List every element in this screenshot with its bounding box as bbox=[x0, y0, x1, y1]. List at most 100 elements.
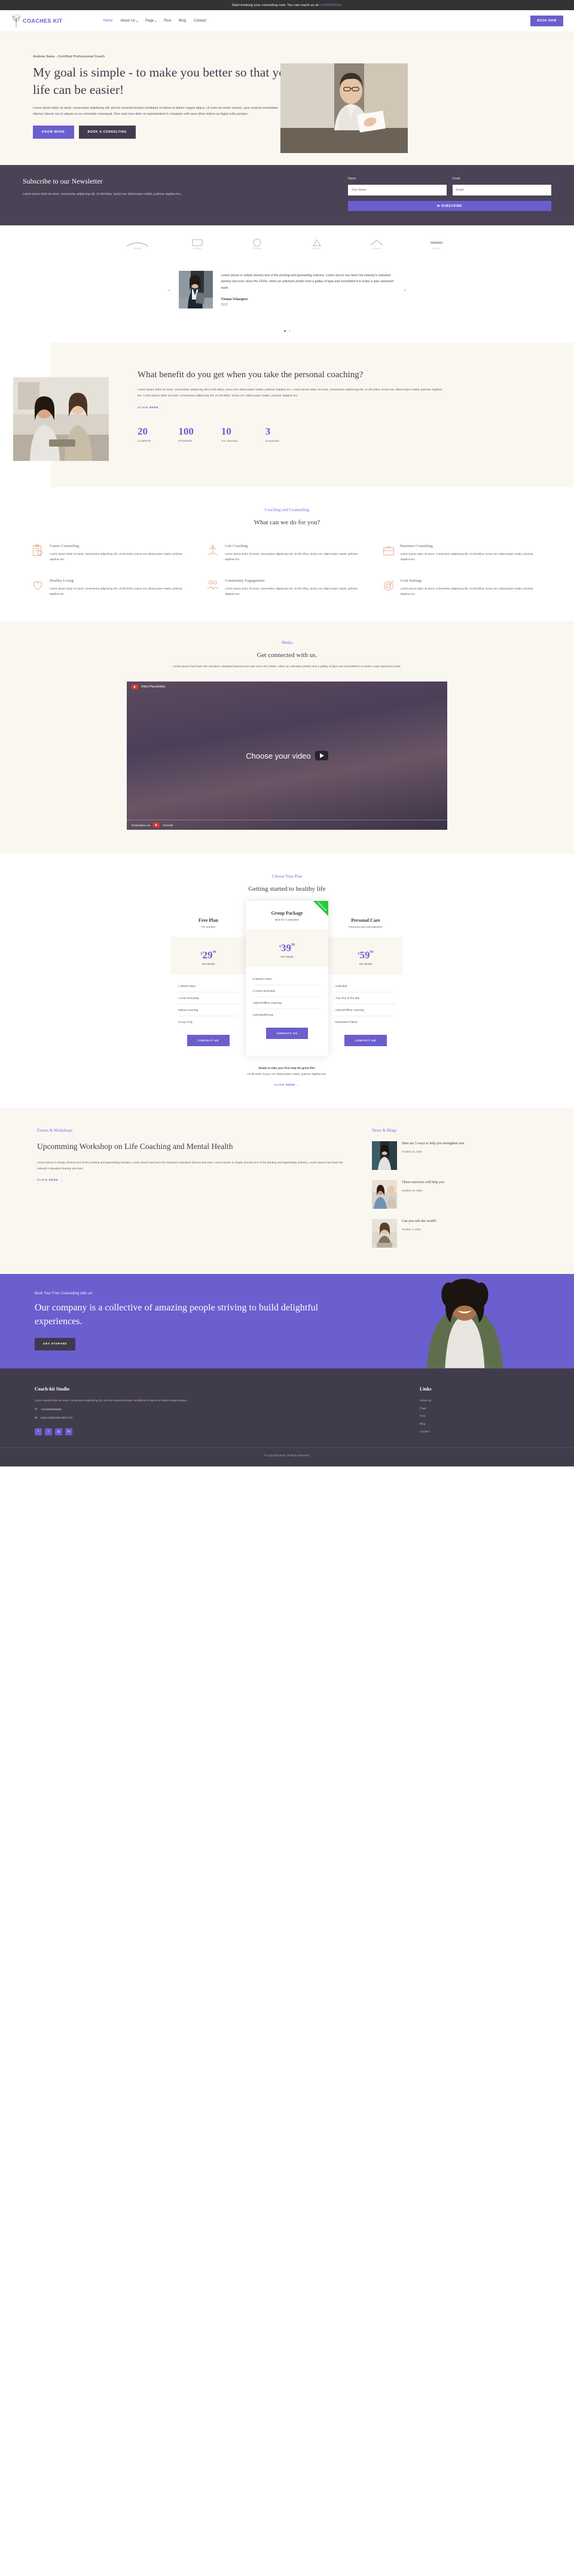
plan-feature: Online Learning bbox=[178, 1004, 239, 1017]
blog-date: October 23, 2020 bbox=[402, 1150, 422, 1153]
service-text: Lorem ipsum dolor sit amet, consectetur … bbox=[225, 552, 358, 561]
linkedin-icon[interactable]: in bbox=[65, 1428, 72, 1436]
video-player[interactable]: Video Placeholder Choose your video Посм… bbox=[127, 682, 447, 830]
hero-eyebrow: Andrew Sana – Certified Professional Coa… bbox=[33, 55, 105, 59]
footer-link-about-us[interactable]: About Us bbox=[420, 1399, 539, 1402]
events-title: Upcomming Workshop on Life Coaching and … bbox=[37, 1142, 233, 1151]
nav-item-contact[interactable]: Contact bbox=[194, 19, 206, 23]
service-card[interactable]: Healthy Living Lorem ipsum dolor sit ame… bbox=[31, 579, 192, 597]
plan-feature: Online/Offline Learning bbox=[253, 997, 321, 1010]
testimonial-section: ‹ Lorem Ipsum is simply dummy text of th… bbox=[0, 262, 574, 330]
service-text: Lorem ipsum dolor sit amet, consectetur … bbox=[50, 587, 182, 596]
plan-subtitle: For starters bbox=[201, 925, 216, 929]
footer-link-blog[interactable]: Blog bbox=[420, 1422, 539, 1425]
testimonial-role: CEO bbox=[221, 303, 228, 307]
testimonial-next-button[interactable]: › bbox=[404, 287, 406, 293]
pricing-click-here-link[interactable]: CLICK HERE → bbox=[0, 1083, 574, 1086]
service-card[interactable]: Life Coaching Lorem ipsum dolor sit amet… bbox=[206, 544, 367, 562]
book-consulting-button[interactable]: BOOK A CONSULTING bbox=[78, 126, 136, 139]
blog-title: These exercises will help you bbox=[402, 1181, 444, 1185]
get-started-button[interactable]: GET STARTED bbox=[35, 1337, 76, 1350]
subscribe-button[interactable]: ✉ SUBSCRIBE bbox=[348, 201, 551, 211]
testimonial-author: Vienna Velasquez bbox=[221, 298, 248, 302]
service-card[interactable]: Career Counseling Lorem ipsum dolor sit … bbox=[31, 544, 192, 562]
footer-email-row[interactable]: ✉ HELLO@COACHKIT.CO bbox=[35, 1417, 214, 1420]
plan-feature: 2 Hours Everyday bbox=[253, 985, 321, 998]
stat-label: STORIES bbox=[178, 439, 193, 443]
name-input[interactable] bbox=[348, 185, 447, 195]
book-now-button[interactable]: BOOK NOW bbox=[530, 16, 563, 26]
plan-feature: Any time of the day bbox=[335, 992, 396, 1005]
announcement-phone-link[interactable]: +9190909009 bbox=[319, 4, 341, 7]
testimonial-avatar bbox=[178, 271, 213, 308]
plan-feature: 1 Hour Everyday bbox=[178, 992, 239, 1005]
blog-thumbnail bbox=[372, 1141, 397, 1171]
footer-link-post[interactable]: Post bbox=[420, 1414, 539, 1417]
plan-contact-button[interactable]: CONTACT US bbox=[344, 1035, 387, 1047]
briefcase-icon bbox=[383, 546, 394, 555]
stats-row: 20 CLIENTS 100 STORIES 10 Yrs Service 3 … bbox=[138, 426, 444, 443]
plan-feature: 6 Weeks Class bbox=[253, 973, 321, 986]
nav-item-post[interactable]: Post bbox=[164, 19, 171, 23]
pricing-card-free-plan: Free Plan For starters $ 29 99 Per Month… bbox=[171, 908, 246, 1056]
svg-text:BRAND: BRAND bbox=[253, 247, 261, 250]
testimonial-quote: Lorem Ipsum is simply dummy text of the … bbox=[221, 273, 394, 290]
pagination-dot-2[interactable] bbox=[288, 330, 291, 332]
benefit-click-here-link[interactable]: CLICK HERE → bbox=[138, 407, 163, 410]
facebook-icon[interactable]: f bbox=[35, 1428, 42, 1436]
blog-list-item[interactable]: Here are 5 ways to help you strengthen y… bbox=[372, 1141, 464, 1171]
footer-link-contact[interactable]: Contact bbox=[420, 1430, 539, 1433]
plan-contact-button[interactable]: CONTACT US bbox=[265, 1028, 309, 1040]
watch-on-text: Посмотреть на bbox=[132, 823, 151, 827]
service-card[interactable]: Goal Settings Lorem ipsum dolor sit amet… bbox=[382, 579, 543, 597]
plan-contact-button[interactable]: CONTACT US bbox=[187, 1035, 230, 1047]
site-logo[interactable]: COACHES KIT bbox=[11, 14, 62, 28]
nav-item-page[interactable]: Page ▾ bbox=[145, 19, 156, 23]
email-input[interactable] bbox=[453, 185, 551, 195]
pricing-footnote-text: Ut elit tellus, luctus nec ullamcorper m… bbox=[247, 1072, 327, 1075]
twitter-icon[interactable]: t bbox=[45, 1428, 52, 1436]
nav-item-about-us[interactable]: About Us ▾ bbox=[120, 19, 138, 23]
footer-phone-row[interactable]: ✆ +919090909090 bbox=[35, 1408, 214, 1411]
video-center-overlay[interactable]: Choose your video bbox=[127, 682, 447, 830]
pricing-plans: Free Plan For starters $ 29 99 Per Month… bbox=[0, 901, 574, 1056]
site-footer: Coach-kit Studio Lorem ipsum dolor sit a… bbox=[0, 1368, 574, 1448]
hero-title: My goal is simple - to make you better s… bbox=[33, 65, 297, 97]
media-paragraph: Lorem Ipsum has been the industry's stan… bbox=[172, 665, 402, 668]
media-eyebrow: Media bbox=[282, 640, 292, 645]
video-center-text: Choose your video bbox=[246, 751, 311, 760]
svg-text:BRAND: BRAND bbox=[432, 247, 441, 250]
blog-list-item[interactable]: Can you rule the world? October 1, 2020 bbox=[372, 1219, 464, 1248]
copyright-bar: © Copyright 2020. All Right Reserved. bbox=[0, 1447, 574, 1467]
stat-label: Yrs Service bbox=[221, 439, 238, 443]
newsletter-paragraph: Lorem ipsum dolor sit amet, consectetur … bbox=[23, 192, 182, 196]
pricing-card-group-package: POPULAR Group Package Best for Corporate… bbox=[246, 901, 328, 1056]
service-card[interactable]: Community Engagement Lorem ipsum dolor s… bbox=[206, 579, 367, 597]
services-section: Coaching and Counselling What can we do … bbox=[0, 487, 574, 621]
pagination-dot-1[interactable] bbox=[283, 330, 286, 332]
know-more-button[interactable]: KNOW MORE bbox=[33, 126, 74, 139]
brand-logo-2: BRAND bbox=[192, 239, 203, 250]
hero-paragraph: Lorem ipsum dolor sit amet, consectetur … bbox=[33, 106, 279, 116]
stat-item: 20 CLIENTS bbox=[138, 426, 151, 443]
nav-item-home[interactable]: Home bbox=[103, 19, 112, 23]
plan-amount: 29 bbox=[202, 949, 213, 961]
media-title: Get connected with us. bbox=[257, 651, 317, 659]
events-click-here-link[interactable]: CLICK HERE → bbox=[37, 1179, 63, 1182]
target-icon bbox=[383, 580, 394, 591]
footer-social-links: f t ◎ in bbox=[35, 1428, 214, 1436]
instagram-icon[interactable]: ◎ bbox=[55, 1428, 62, 1436]
blogs-column: News & Blogs Here are 5 ways to help you… bbox=[372, 1128, 464, 1248]
blog-list-item[interactable]: These exercises will help you October 23… bbox=[372, 1180, 464, 1209]
plan-period: Per Month bbox=[280, 955, 294, 959]
footer-link-page[interactable]: Page bbox=[420, 1407, 539, 1410]
blog-title: Can you rule the world? bbox=[402, 1220, 436, 1224]
plan-feature: Online/Offline Learning bbox=[335, 1004, 396, 1017]
services-grid: Career Counseling Lorem ipsum dolor sit … bbox=[31, 544, 543, 597]
nav-item-blog[interactable]: Blog bbox=[179, 19, 186, 23]
svg-text:BRAND: BRAND bbox=[133, 247, 142, 250]
service-card[interactable]: Business Consulting Lorem ipsum dolor si… bbox=[382, 544, 543, 562]
testimonial-prev-button[interactable]: ‹ bbox=[169, 287, 170, 293]
chevron-down-icon: ▾ bbox=[136, 19, 138, 23]
play-icon[interactable] bbox=[315, 751, 328, 761]
